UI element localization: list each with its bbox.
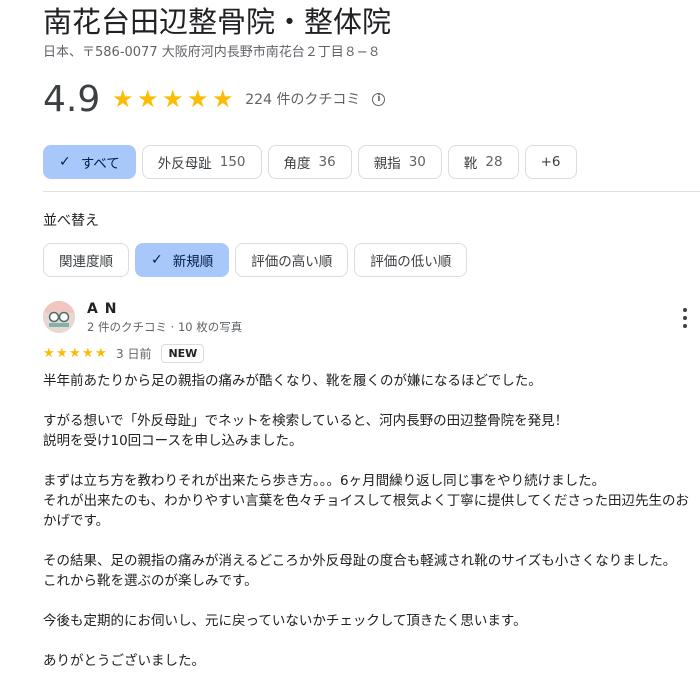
review-paragraph: 説明を受け10回コースを申し込みました。 <box>43 433 303 449</box>
star-icon: ★ <box>43 345 55 361</box>
check-icon: ✓ <box>151 252 163 268</box>
rating-summary: 4.9 ★ ★ ★ ★ ★ 224 件のクチコミ i <box>43 78 386 120</box>
review-paragraph: 今後も定期的にお伺いし、元に戻っていないかチェックして頂きたく思います。 <box>43 613 527 629</box>
avatar[interactable] <box>43 301 75 333</box>
chip-label: 評価の低い順 <box>370 254 452 270</box>
check-icon: ✓ <box>59 154 71 170</box>
chip-count: 30 <box>408 154 426 170</box>
dot <box>683 308 687 312</box>
reviewer-name[interactable]: A N <box>87 301 117 317</box>
review-count[interactable]: 224 件のクチコミ <box>245 89 360 109</box>
star-icon: ★ <box>162 85 184 113</box>
business-name: 南花台田辺整骨院・整体院 <box>43 5 392 39</box>
star-icon: ★ <box>95 345 107 361</box>
reviewer-meta: 2 件のクチコミ · 10 枚の写真 <box>87 320 243 334</box>
review-paragraph: 半年前あたりから足の親指の痛みが酷くなり、靴を履くのが嫌になるほどでした。 <box>43 373 542 389</box>
review-paragraph: ありがとうございました。 <box>43 653 205 669</box>
topic-chip-all[interactable]: ✓ すべて <box>43 145 136 179</box>
topic-filter-chips: ✓ すべて 外反母趾 150 角度 36 親指 30 靴 28 +6 <box>43 145 577 179</box>
sort-label: 並べ替え <box>43 213 99 229</box>
star-icon: ★ <box>112 85 134 113</box>
info-icon[interactable]: i <box>372 92 386 106</box>
star-icon: ★ <box>69 345 81 361</box>
topic-chip-hallux-valgus[interactable]: 外反母趾 150 <box>141 145 262 179</box>
star-icon: ★ <box>137 85 159 113</box>
topic-chip-big-toe[interactable]: 親指 30 <box>357 145 442 179</box>
rating-value: 4.9 <box>43 78 101 120</box>
topic-chip-shoes[interactable]: 靴 28 <box>447 145 519 179</box>
review-date: 3 日前 <box>116 346 152 361</box>
new-badge: NEW <box>161 343 205 363</box>
topic-chip-angle[interactable]: 角度 36 <box>267 145 352 179</box>
chip-count: 28 <box>485 154 503 170</box>
review-rating-row: ★ ★ ★ ★ ★ 3 日前 NEW <box>43 342 205 364</box>
chip-label: +6 <box>540 154 561 170</box>
star-icon: ★ <box>82 345 94 361</box>
rating-stars: ★ ★ ★ ★ ★ <box>110 87 235 111</box>
review-paragraph: これから靴を選ぶのが楽しみです。 <box>43 573 258 589</box>
review-paragraph: それが出来たのも、わかりやすい言葉を色々チョイスして根気よく丁寧に提供してくださ… <box>43 493 689 529</box>
review-paragraph: すがる想いで「外反母趾」でネットを検索していると、河内長野の田辺整骨院を発見！ <box>43 413 569 429</box>
chip-count: 150 <box>219 154 246 170</box>
star-icon: ★ <box>212 85 234 113</box>
chip-label: 親指 <box>373 156 401 172</box>
chip-label: 靴 <box>463 156 478 172</box>
review-paragraph: まずは立ち方を教わりそれが出来たら歩き方。。。6ヶ月間繰り返し同じ事をやり続けま… <box>43 473 606 489</box>
topic-chip-more[interactable]: +6 <box>524 145 577 179</box>
dot <box>683 316 687 320</box>
sort-newest-button[interactable]: ✓ 新規順 <box>135 243 230 277</box>
chip-label: 関連度順 <box>59 254 113 270</box>
business-address: 日本、〒586-0077 大阪府河内長野市南花台２丁目８−８ <box>43 45 381 60</box>
chip-label: 新規順 <box>172 254 214 270</box>
star-icon: ★ <box>56 345 68 361</box>
sort-highest-button[interactable]: 評価の高い順 <box>235 243 349 277</box>
avatar-photo <box>43 301 75 333</box>
star-icon: ★ <box>187 85 209 113</box>
chip-label: すべて <box>80 156 120 172</box>
more-vert-icon[interactable] <box>678 308 692 328</box>
chip-label: 角度 <box>283 156 311 172</box>
chip-label: 外反母趾 <box>157 156 212 172</box>
review-text: 半年前あたりから足の親指の痛みが酷くなり、靴を履くのが嫌になるほどでした。 すが… <box>43 371 693 671</box>
sort-lowest-button[interactable]: 評価の低い順 <box>354 243 468 277</box>
review-paragraph: その結果、足の親指の痛みが消えるどころか外反母趾の度合も軽減され靴のサイズも小さ… <box>43 553 677 569</box>
divider <box>43 191 700 192</box>
dot <box>683 324 687 328</box>
chip-count: 36 <box>318 154 336 170</box>
chip-label: 評価の高い順 <box>251 254 333 270</box>
sort-relevance-button[interactable]: 関連度順 <box>43 243 129 277</box>
sort-chips: 関連度順 ✓ 新規順 評価の高い順 評価の低い順 <box>43 243 468 277</box>
